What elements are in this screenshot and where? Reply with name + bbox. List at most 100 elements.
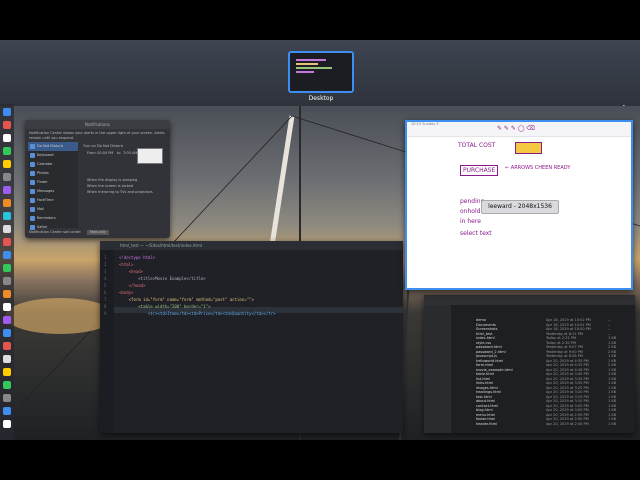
dock-app-icon[interactable] bbox=[3, 277, 11, 285]
file-size: 1 KB bbox=[608, 367, 617, 372]
dock-app-icon[interactable] bbox=[3, 407, 11, 415]
note-onhold: onhold bbox=[460, 208, 481, 215]
desktop-space-thumbnail[interactable] bbox=[288, 51, 354, 93]
code-line[interactable]: <html> bbox=[119, 263, 133, 267]
dock-app-icon[interactable] bbox=[3, 134, 11, 142]
dock-app-icon[interactable] bbox=[3, 160, 11, 168]
file-name[interactable]: links.html bbox=[476, 381, 493, 385]
file-date: Apr 20, 2019 at 3:15 PM bbox=[546, 394, 589, 399]
from-time[interactable]: 10:00 PM bbox=[97, 151, 113, 156]
file-date: Yesterday at 9:00 PM bbox=[546, 349, 583, 354]
app-list-item[interactable]: Messages bbox=[28, 187, 78, 196]
app-list-item[interactable]: FaceTime bbox=[28, 196, 78, 205]
file-date: Apr 18, 2019 at 10:01 PM bbox=[546, 322, 591, 327]
dock-app-icon[interactable] bbox=[3, 264, 11, 272]
dock-app-icon[interactable] bbox=[3, 147, 11, 155]
dock-app-icon[interactable] bbox=[3, 199, 11, 207]
file-date: Yesterday at 8:58 PM bbox=[546, 354, 583, 358]
dock-app-icon[interactable] bbox=[3, 420, 11, 428]
app-list[interactable]: Do Not Disturb Keyboard Calendar Photos Find… bbox=[28, 142, 78, 230]
file-name[interactable]: images.html bbox=[476, 386, 498, 390]
file-size: 1 KB bbox=[608, 390, 617, 394]
option-display-sleeping[interactable]: When the display is sleeping bbox=[87, 178, 137, 183]
file-name[interactable]: menu.html bbox=[476, 413, 495, 417]
file-name[interactable]: html_test bbox=[476, 332, 492, 336]
file-date: Yesterday at 9:07 PM bbox=[546, 345, 583, 349]
app-list-item[interactable]: Mail bbox=[28, 205, 78, 214]
file-name[interactable]: table.html bbox=[476, 372, 494, 376]
file-name[interactable]: footer.html bbox=[476, 417, 495, 421]
code-line[interactable]: <form id="form" name="form" method="post… bbox=[119, 298, 254, 302]
dock-app-icon[interactable] bbox=[3, 290, 11, 298]
file-name[interactable]: blog.html bbox=[476, 408, 493, 412]
code-line[interactable]: <body> bbox=[119, 291, 133, 295]
dock-app-icon[interactable] bbox=[3, 316, 11, 324]
code-line[interactable]: <!doctype html> bbox=[119, 256, 155, 260]
dock-app-icon[interactable] bbox=[3, 212, 11, 220]
file-name[interactable]: movie_example.html bbox=[476, 368, 513, 372]
editor-tab[interactable]: html_test — ~/Sites/html/test/index.html bbox=[100, 241, 403, 250]
dock-app-icon[interactable] bbox=[3, 121, 11, 129]
dock-app-icon[interactable] bbox=[3, 368, 11, 376]
file-name[interactable]: style.css bbox=[476, 341, 491, 345]
dock-app-icon[interactable] bbox=[3, 394, 11, 402]
dock-app-icon[interactable] bbox=[3, 329, 11, 337]
code-line[interactable]: <title>Movie Example</title> bbox=[119, 277, 205, 281]
file-name[interactable]: index.html bbox=[476, 336, 495, 340]
file-date: Apr 20, 2019 at 3:25 PM bbox=[546, 385, 589, 390]
code-line[interactable]: </head> bbox=[119, 284, 146, 288]
bottom-letterbox bbox=[0, 440, 640, 480]
sort-order-select[interactable]: Manually bbox=[87, 230, 109, 235]
file-name[interactable]: Screenshots bbox=[476, 327, 497, 331]
dock-app-icon[interactable] bbox=[3, 303, 11, 311]
file-size: 2 KB bbox=[608, 349, 617, 354]
dock-app-icon[interactable] bbox=[3, 355, 11, 363]
dock-app-icon[interactable] bbox=[3, 381, 11, 389]
preview-box bbox=[137, 148, 163, 164]
file-date: Apr 20, 2019 at 2:50 PM bbox=[546, 417, 589, 421]
highlight-box bbox=[515, 142, 542, 154]
file-name[interactable]: header.html bbox=[476, 422, 497, 426]
line-number: 1 bbox=[104, 255, 107, 260]
dock-app-icon[interactable] bbox=[3, 173, 11, 181]
dock-app-icon[interactable] bbox=[3, 186, 11, 194]
app-list-item[interactable]: Photos bbox=[28, 169, 78, 178]
file-name[interactable]: helloworld.html bbox=[476, 359, 503, 363]
file-size: 1 KB bbox=[608, 412, 617, 417]
code-line[interactable]: <tr><td>Item</td><td>Price</td><td>Quant… bbox=[119, 312, 276, 316]
top-letterbox bbox=[0, 0, 640, 40]
to-label: to bbox=[117, 151, 121, 155]
file-date: Apr 20, 2019 at 2:55 PM bbox=[546, 412, 589, 417]
file-name[interactable]: headings.html bbox=[476, 390, 501, 394]
dnd-label: Turn on Do Not Disturb bbox=[83, 144, 123, 148]
code-line[interactable]: <head> bbox=[119, 270, 143, 274]
app-list-item[interactable]: Reminders bbox=[28, 214, 78, 223]
file-name[interactable]: javascript.js bbox=[476, 354, 497, 358]
dock-app-icon[interactable] bbox=[3, 238, 11, 246]
option-screen-locked[interactable]: When the screen is locked bbox=[87, 184, 133, 189]
file-name[interactable]: test.html bbox=[476, 395, 492, 399]
file-name[interactable]: Documents bbox=[476, 323, 496, 327]
file-name[interactable]: password.html bbox=[476, 345, 502, 349]
pen-tool-icon[interactable]: ✎ ✎ ✎ ◯ ⌫ bbox=[497, 126, 537, 132]
app-list-item[interactable]: Keyboard bbox=[28, 151, 78, 160]
file-date: Apr 20, 2019 at 2:45 PM bbox=[546, 421, 589, 426]
to-time[interactable]: 7:00 AM bbox=[123, 151, 137, 156]
file-name[interactable]: form.html bbox=[476, 363, 493, 367]
option-mirroring[interactable]: When mirroring to TVs and projectors bbox=[87, 190, 153, 195]
dock-app-icon[interactable] bbox=[3, 342, 11, 350]
code-line[interactable]: <table width="200" border="1"> bbox=[119, 305, 210, 309]
file-name[interactable]: about.html bbox=[476, 399, 495, 403]
file-name[interactable]: password_2.html bbox=[476, 350, 506, 354]
file-size: -- bbox=[608, 327, 611, 331]
file-name[interactable]: demo bbox=[476, 318, 486, 322]
app-list-item[interactable]: Calendar bbox=[28, 160, 78, 169]
file-date: Yesterday at 8:11 PM bbox=[546, 331, 583, 336]
dock-app-icon[interactable] bbox=[3, 108, 11, 116]
dock-app-icon[interactable] bbox=[3, 225, 11, 233]
app-list-item[interactable]: Do Not Disturb bbox=[28, 142, 78, 151]
app-list-item[interactable]: Finder bbox=[28, 178, 78, 187]
file-name[interactable]: list.html bbox=[476, 377, 490, 381]
dock-app-icon[interactable] bbox=[3, 251, 11, 259]
file-name[interactable]: contact.html bbox=[476, 404, 498, 408]
